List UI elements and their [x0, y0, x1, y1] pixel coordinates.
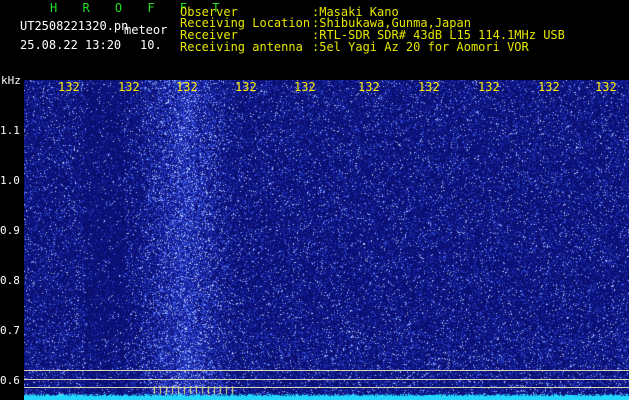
y-tick-label: 0.6	[0, 374, 20, 387]
reference-line	[24, 379, 629, 380]
reference-line	[24, 387, 629, 388]
x-tick-label: 132	[478, 80, 500, 94]
x-tick-label: 132	[235, 80, 257, 94]
x-tick-label: 132	[58, 80, 80, 94]
antenna-value: :5el Yagi Az 20 for Aomori VOR	[312, 40, 529, 54]
y-tick-label: 0.7	[0, 324, 20, 337]
x-tick-label: 132	[595, 80, 617, 94]
y-tick-label: 0.9	[0, 224, 20, 237]
x-tick-label: 132	[538, 80, 560, 94]
x-tick-label: 132	[176, 80, 198, 94]
filename-label: UT2508221320.pn	[20, 19, 129, 33]
antenna-label: Receiving antenna	[180, 40, 303, 54]
unit-label: kHz	[1, 74, 21, 87]
y-tick-label: 1.0	[0, 174, 20, 187]
y-tick-label: 1.1	[0, 124, 20, 137]
datetime-label: 25.08.22 13:20	[20, 38, 122, 52]
x-tick-label: 132	[118, 80, 140, 94]
reference-line	[24, 370, 629, 371]
y-tick-label: 0.8	[0, 274, 20, 287]
x-tick-label: 132	[358, 80, 380, 94]
count-label: 10.	[140, 38, 162, 52]
meteor-label: meteor	[124, 23, 168, 37]
spectrogram-window: H R O F F T UT2508221320.pn meteor 25.08…	[0, 0, 629, 400]
x-tick-label: 132	[418, 80, 440, 94]
noise-texture	[24, 80, 629, 400]
spectrogram-plot	[24, 80, 629, 400]
x-tick-label: 132	[294, 80, 316, 94]
